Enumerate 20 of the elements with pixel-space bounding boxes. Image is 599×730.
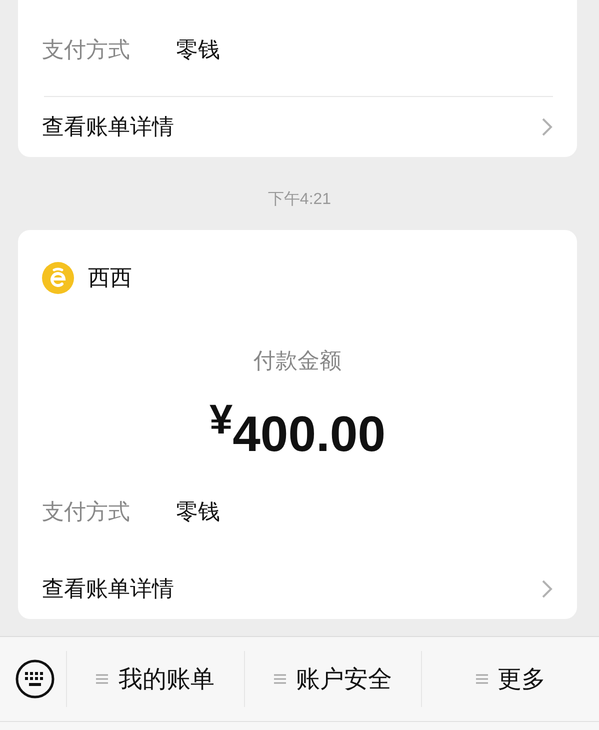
payment-method: 零钱 [176,36,220,64]
keyboard-icon [15,658,55,699]
chevron-right-icon [541,578,553,599]
menu-icon [476,672,488,685]
merchant-logo-icon [42,262,74,294]
payment-method-label: 支付方式 [42,36,130,64]
bill-details-link[interactable]: 查看账单详情 [42,558,553,619]
chevron-right-icon [541,117,553,137]
menu-icon [274,672,286,685]
menu-button[interactable]: 账户安全 [244,650,422,707]
bill-details-link[interactable]: 查看账单详情 [42,97,553,157]
menu-button[interactable]: 更多 [421,650,599,707]
payment-method-label: 支付方式 [42,498,130,526]
menu-button[interactable]: 我的账单 [66,650,244,707]
menu-icon [96,672,108,685]
amount-label: 付款金额 [252,347,342,375]
timestamp: 下午4:21 [266,190,332,210]
payment-method: 零钱 [176,498,220,526]
merchant-name: 西西 [88,264,132,292]
amount: $^{¥}$400.00 [208,394,387,460]
